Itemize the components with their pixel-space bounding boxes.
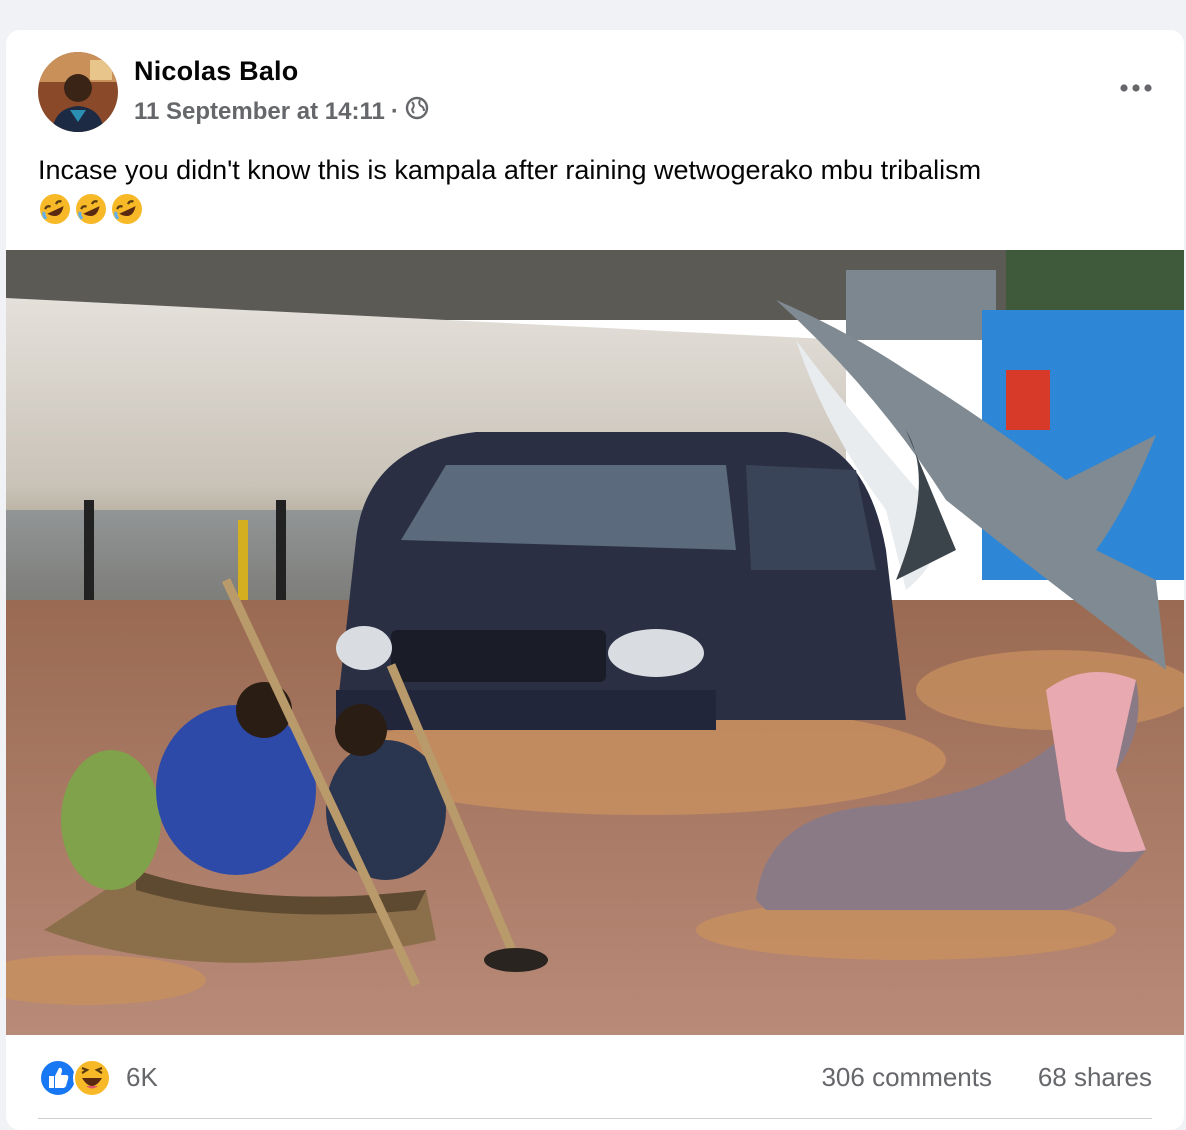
more-options-icon bbox=[1120, 84, 1152, 92]
post-text-block: Incase you didn't know this is kampala a… bbox=[38, 150, 1148, 226]
reaction-icons[interactable] bbox=[38, 1058, 112, 1098]
divider bbox=[38, 1118, 1152, 1119]
post-card: Nicolas Balo 11 September at 14:11 · Inc… bbox=[6, 30, 1184, 1130]
author-avatar[interactable] bbox=[38, 52, 118, 132]
more-options-button[interactable] bbox=[1114, 70, 1158, 106]
post-timestamp[interactable]: 11 September at 14:11 bbox=[134, 98, 385, 126]
rofl-emoji bbox=[76, 194, 106, 224]
rofl-emoji bbox=[112, 194, 142, 224]
post-meta: 11 September at 14:11 · bbox=[134, 96, 429, 127]
post-photo[interactable] bbox=[6, 250, 1184, 1035]
reaction-count[interactable]: 6K bbox=[126, 1062, 158, 1093]
globe-icon bbox=[405, 96, 429, 127]
reactions-bar: 6K 306 comments 68 shares bbox=[6, 1052, 1184, 1102]
shares-count[interactable]: 68 shares bbox=[1038, 1062, 1152, 1093]
rofl-emoji bbox=[40, 194, 70, 224]
post-text: Incase you didn't know this is kampala a… bbox=[38, 155, 982, 185]
emoji-row bbox=[38, 192, 1148, 226]
author-name[interactable]: Nicolas Balo bbox=[134, 56, 298, 87]
haha-icon bbox=[73, 1059, 111, 1097]
comments-count[interactable]: 306 comments bbox=[821, 1062, 992, 1093]
meta-separator: · bbox=[390, 97, 399, 125]
